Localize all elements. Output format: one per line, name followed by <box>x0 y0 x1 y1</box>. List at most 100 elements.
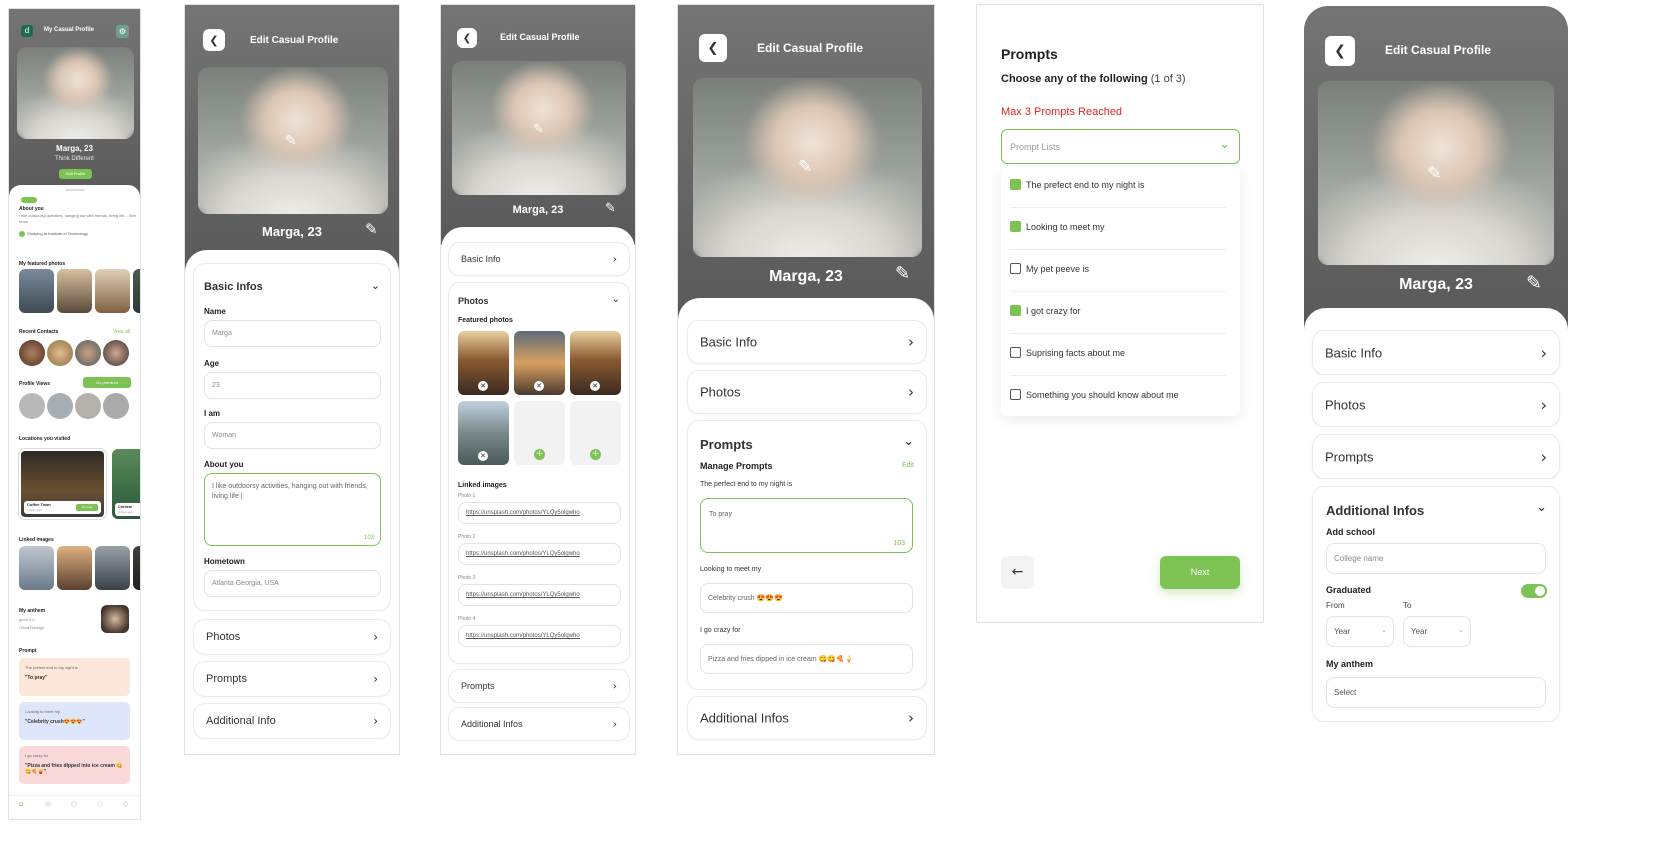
featured-photo[interactable]: ✕ <box>458 401 509 465</box>
basic-info-section[interactable]: Basic Info › <box>687 320 927 364</box>
featured-photo[interactable]: ✕ <box>570 331 621 395</box>
prompt-list-dropdown[interactable]: Prompt Lists ⌄ <box>1001 129 1240 164</box>
from-year-select[interactable]: Year ⌄ <box>1326 616 1394 647</box>
back-button[interactable]: ❮ <box>203 29 225 51</box>
edit-name-icon[interactable]: ✎ <box>605 201 616 216</box>
settings-icon[interactable]: ⚙ <box>116 25 129 38</box>
explore-icon[interactable]: ◎ <box>45 800 51 808</box>
edit-profile-button[interactable]: Edit Profile <box>59 169 92 179</box>
basic-info-section[interactable]: Basic Info › <box>1312 330 1560 375</box>
location-card[interactable]: Central 2 days ago <box>112 449 140 519</box>
anthem-select[interactable]: Select <box>1326 677 1546 708</box>
empty-photo-slot[interactable]: + <box>570 401 621 465</box>
photos-section[interactable]: Photos › <box>1312 382 1560 427</box>
featured-photo[interactable]: ✕ <box>458 331 509 395</box>
additional-infos-section[interactable]: Additional Infos › <box>448 707 630 741</box>
additional-info-section[interactable]: Additional Info › <box>193 703 391 739</box>
linked-image[interactable] <box>95 546 130 590</box>
additional-infos-section[interactable]: Additional Infos › <box>687 696 927 740</box>
prompt-option[interactable]: Looking to meet my <box>1001 208 1240 250</box>
status-toggle[interactable] <box>21 197 37 203</box>
photo-4-url[interactable]: https://unsplash.com/photos/YLQy5olgwho <box>458 625 621 647</box>
featured-photo[interactable]: ✕ <box>514 331 565 395</box>
contact-avatar[interactable] <box>47 340 73 366</box>
checkbox-unchecked[interactable] <box>1010 263 1021 274</box>
back-arrow-button[interactable]: ← <box>1001 556 1034 589</box>
chevron-down-icon[interactable]: ⌄ <box>612 294 620 305</box>
contact-avatar[interactable] <box>103 340 129 366</box>
photos-title[interactable]: Photos <box>458 296 489 306</box>
prompt-1-answer-field[interactable]: To pray 103 <box>700 498 913 553</box>
photo-3-url[interactable]: https://unsplash.com/photos/YLQy5olgwho <box>458 584 621 606</box>
prompt-option[interactable]: I got crazy for <box>1001 292 1240 334</box>
back-button[interactable]: ❮ <box>457 28 477 48</box>
chevron-down-icon[interactable]: ⌄ <box>371 279 380 292</box>
basic-infos-title[interactable]: Basic Infos <box>204 281 263 293</box>
prompts-section[interactable]: Prompts › <box>193 661 391 697</box>
prompt-option[interactable]: Something you should know about me <box>1001 376 1240 416</box>
back-button[interactable]: ❮ <box>1325 36 1355 66</box>
graduated-toggle[interactable] <box>1521 584 1547 598</box>
search-icon[interactable]: ○ <box>71 800 77 808</box>
anthem-cover[interactable] <box>101 605 129 633</box>
hometown-field[interactable]: Atlanta Georgia, USA <box>204 570 381 597</box>
linked-image[interactable] <box>19 546 54 590</box>
checkbox-checked[interactable] <box>1010 179 1021 190</box>
edit-prompts-link[interactable]: Edit <box>902 462 914 469</box>
checkbox-checked[interactable] <box>1010 221 1021 232</box>
remove-photo-icon[interactable]: ✕ <box>478 451 488 461</box>
prompt-option[interactable]: My pet peeve is <box>1001 250 1240 292</box>
edit-photo-icon[interactable]: ✎ <box>798 157 812 177</box>
age-field[interactable]: 23 <box>204 372 381 399</box>
about-textarea[interactable]: I like outdoorsy activities, hanging out… <box>204 473 381 546</box>
edit-photo-icon[interactable]: ✎ <box>533 122 544 137</box>
chevron-down-icon[interactable]: ⌄ <box>1536 500 1547 515</box>
prompt-option[interactable]: Suprising facts about me <box>1001 334 1240 376</box>
add-photo-icon[interactable]: + <box>590 449 601 460</box>
drag-handle[interactable] <box>65 189 85 191</box>
linked-image[interactable] <box>133 546 140 590</box>
edit-photo-icon[interactable]: ✎ <box>1427 163 1442 184</box>
to-year-select[interactable]: Year ⌄ <box>1403 616 1471 647</box>
prompts-title[interactable]: Prompts <box>700 437 753 452</box>
edit-name-icon[interactable]: ✎ <box>365 220 378 238</box>
location-card[interactable]: Coffee Town 3 days ago On map <box>19 449 106 519</box>
chat-icon[interactable]: ◌ <box>97 800 103 808</box>
go-premium-button[interactable]: Go premium <box>83 377 131 388</box>
remove-photo-icon[interactable]: ✕ <box>478 381 488 391</box>
prompts-section[interactable]: Prompts › <box>1312 434 1560 479</box>
gender-field[interactable]: Woman <box>204 422 381 449</box>
empty-photo-slot[interactable]: + <box>514 401 565 465</box>
prompt-2-answer-field[interactable]: Celebrity crush 😍😍😍 <box>700 583 913 613</box>
edit-photo-icon[interactable]: ✎ <box>285 133 297 149</box>
additional-infos-title[interactable]: Additional Infos <box>1326 503 1424 518</box>
prompt-option[interactable]: The prefect end to my night is <box>1001 166 1240 208</box>
prompts-section[interactable]: Prompts › <box>448 669 630 703</box>
checkbox-checked[interactable] <box>1010 305 1021 316</box>
edit-name-icon[interactable]: ✎ <box>1526 272 1542 294</box>
remove-photo-icon[interactable]: ✕ <box>590 381 600 391</box>
prompt-3-answer-field[interactable]: Pizza and fries dipped in ice cream 😋😋🍕🍦 <box>700 644 913 674</box>
linked-image[interactable] <box>57 546 92 590</box>
photos-section[interactable]: Photos › <box>193 619 391 655</box>
name-field[interactable]: Marga <box>204 320 381 347</box>
featured-photo[interactable] <box>133 269 140 313</box>
basic-info-section[interactable]: Basic Info › <box>448 242 630 276</box>
chevron-down-icon[interactable]: ⌄ <box>903 434 914 449</box>
contact-avatar[interactable] <box>75 340 101 366</box>
edit-name-icon[interactable]: ✎ <box>895 263 910 284</box>
add-photo-icon[interactable]: + <box>534 449 545 460</box>
photo-1-url[interactable]: https://unsplash.com/photos/YLQy5olgwho <box>458 502 621 524</box>
view-all-link[interactable]: View all <box>113 329 130 335</box>
on-map-button[interactable]: On map <box>76 504 98 511</box>
checkbox-unchecked[interactable] <box>1010 347 1021 358</box>
home-icon[interactable]: ⌂ <box>19 800 23 808</box>
college-name-field[interactable]: College name <box>1326 543 1546 574</box>
back-button[interactable]: ❮ <box>699 34 727 62</box>
next-button[interactable]: Next <box>1160 556 1240 589</box>
notification-icon[interactable]: ◇ <box>123 800 128 808</box>
remove-photo-icon[interactable]: ✕ <box>534 381 544 391</box>
contact-avatar[interactable] <box>19 340 45 366</box>
checkbox-unchecked[interactable] <box>1010 389 1021 400</box>
featured-photo[interactable] <box>57 269 92 313</box>
